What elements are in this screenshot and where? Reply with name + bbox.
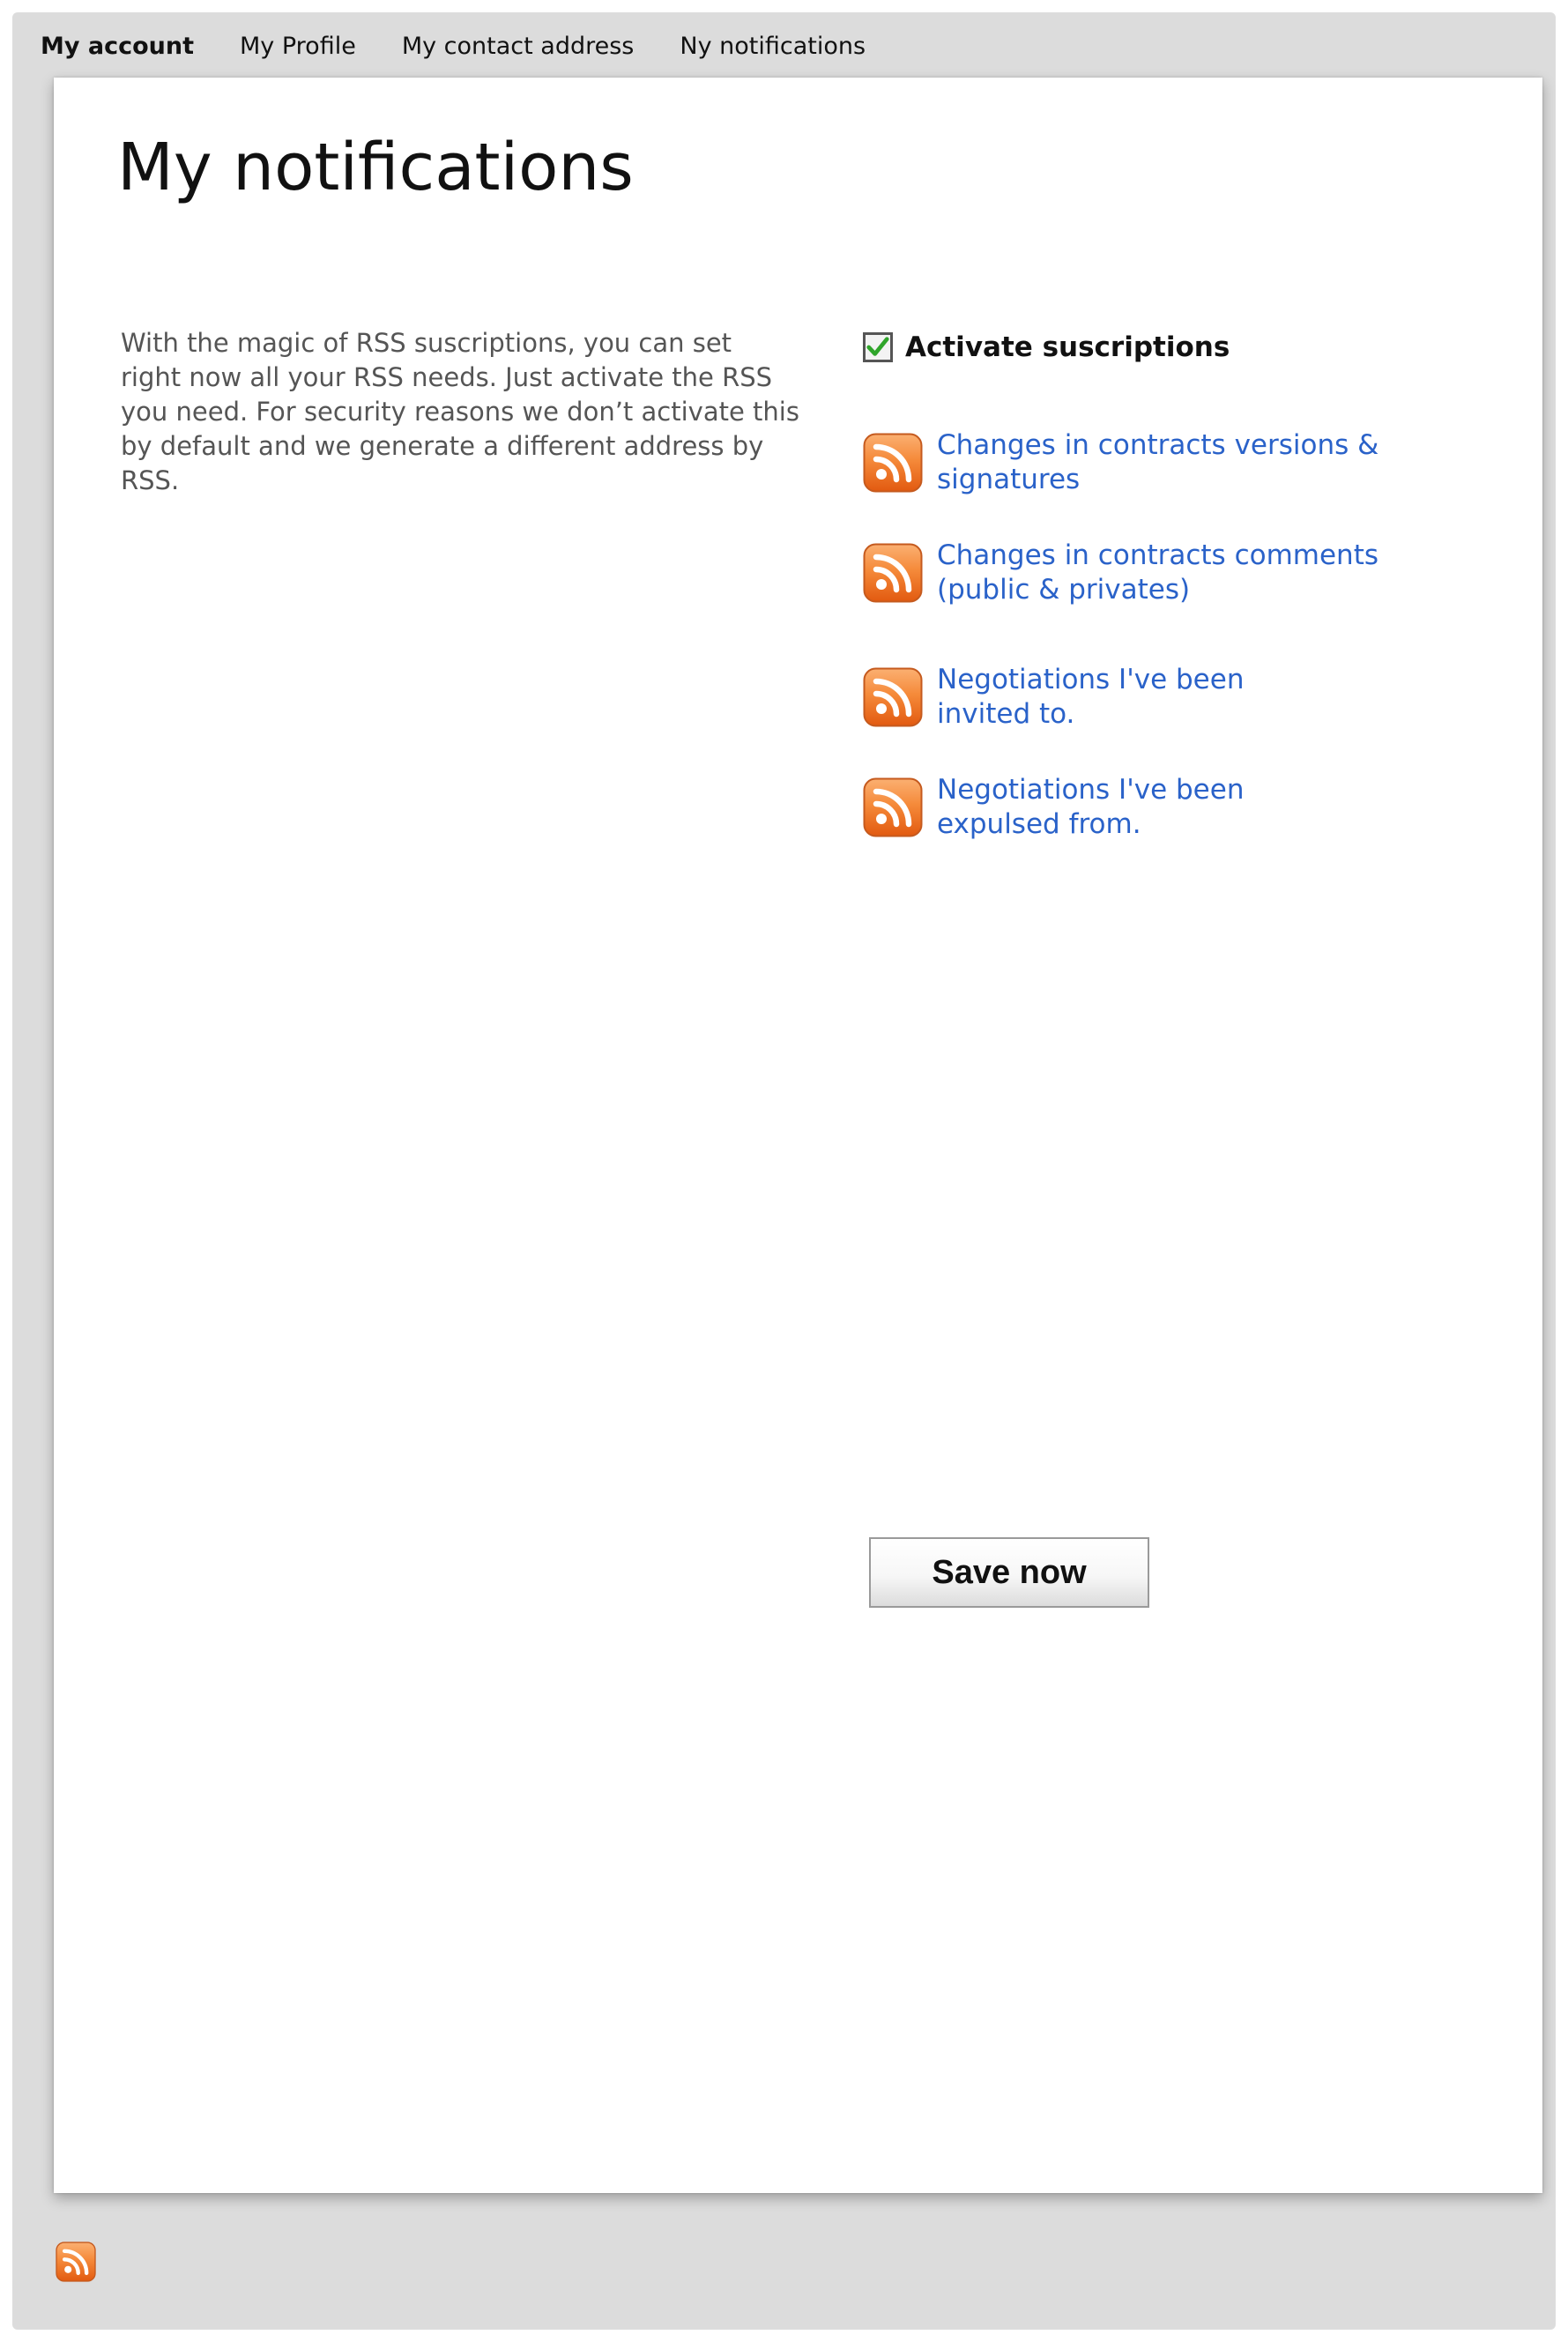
feed-negotiations-invited[interactable]: Negotiations I've been invited to. <box>863 663 1289 732</box>
activate-label: Activate suscriptions <box>905 331 1230 363</box>
feed-contract-comments[interactable]: Changes in contracts comments (public & … <box>863 539 1413 607</box>
nav-my-account[interactable]: My account <box>41 33 194 60</box>
content-card: My notifications With the magic of RSS s… <box>54 78 1542 2193</box>
nav-my-profile[interactable]: My Profile <box>240 33 356 60</box>
rss-icon <box>863 543 923 603</box>
feed-label: Changes in contracts comments (public & … <box>937 539 1379 606</box>
page-title: My notifications <box>117 130 634 205</box>
nav-notifications[interactable]: Ny notifications <box>680 33 866 60</box>
checkmark-icon <box>866 337 889 356</box>
activate-suscriptions-toggle[interactable]: Activate suscriptions <box>863 331 1230 363</box>
save-button[interactable]: Save now <box>869 1537 1149 1608</box>
intro-text: With the magic of RSS suscriptions, you … <box>121 328 799 495</box>
rss-icon <box>863 667 923 727</box>
feed-contract-versions[interactable]: Changes in contracts versions & signatur… <box>863 428 1413 497</box>
feed-label: Changes in contracts versions & signatur… <box>937 429 1379 495</box>
account-nav: My account My Profile My contact address… <box>41 28 911 63</box>
activate-checkbox[interactable] <box>863 332 893 362</box>
rss-icon <box>863 777 923 837</box>
nav-my-contact-address[interactable]: My contact address <box>402 33 635 60</box>
feed-negotiations-expulsed[interactable]: Negotiations I've been expulsed from. <box>863 773 1289 842</box>
footer-rss-icon[interactable] <box>56 2242 96 2282</box>
feed-label: Negotiations I've been expulsed from. <box>937 774 1245 840</box>
rss-icon <box>863 433 923 493</box>
feed-label: Negotiations I've been invited to. <box>937 664 1245 730</box>
